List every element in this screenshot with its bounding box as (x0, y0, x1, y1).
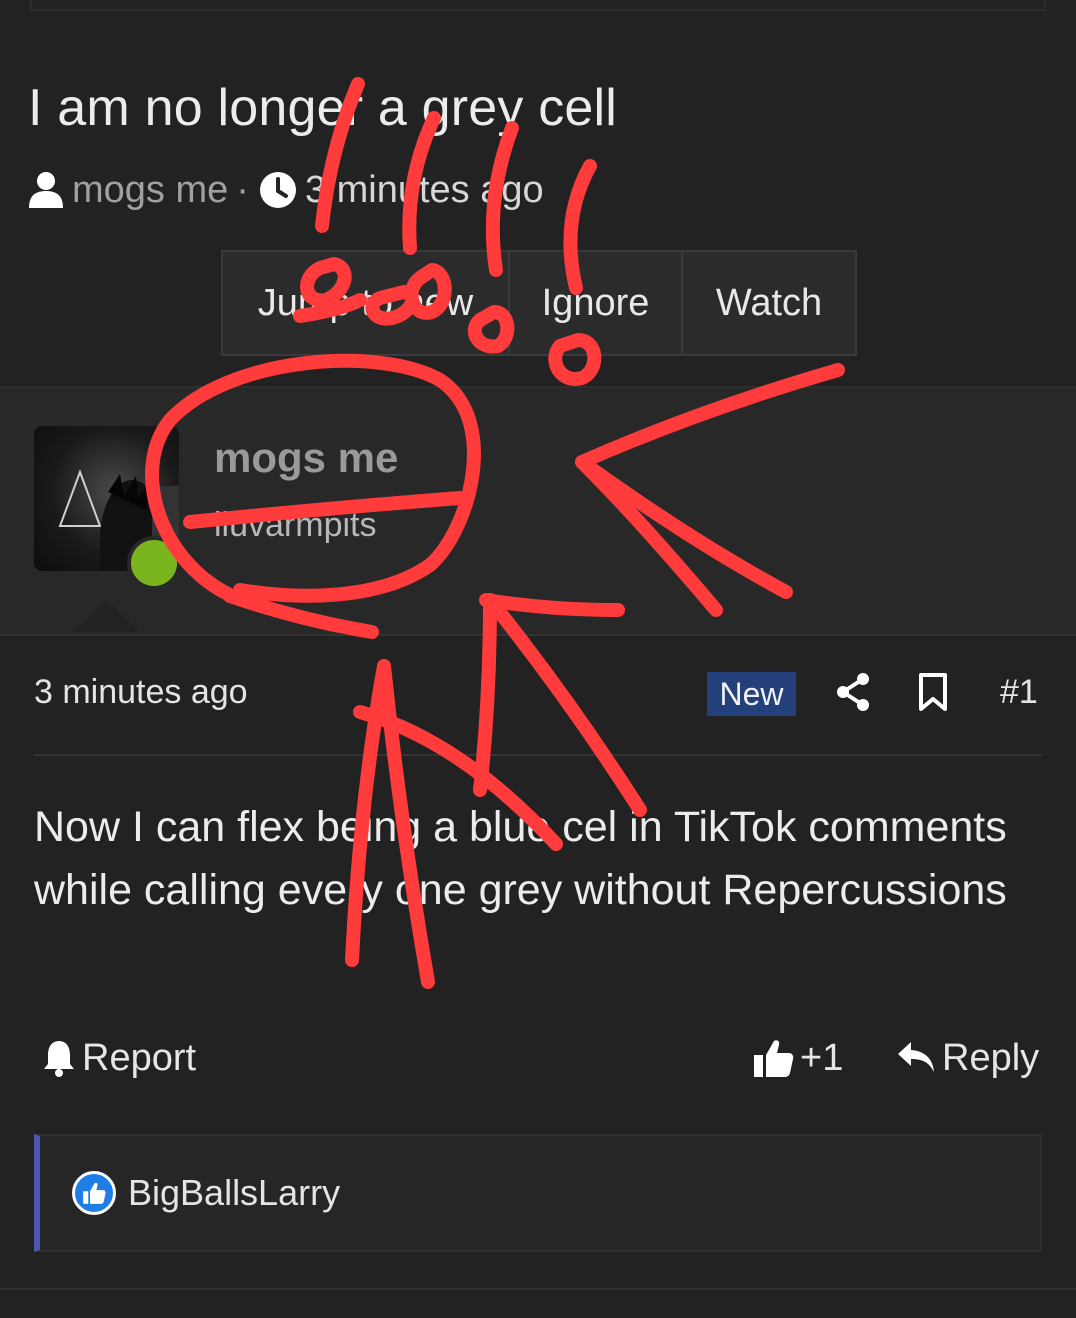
bookmark-icon[interactable] (917, 672, 949, 717)
thumbs-up-icon (752, 1037, 794, 1079)
meta-separator: · (236, 168, 249, 211)
reply-button[interactable]: Reply (896, 1034, 1039, 1082)
thread-author[interactable]: mogs me (72, 169, 228, 212)
online-status-dot (127, 536, 181, 590)
like-reaction-icon (72, 1171, 116, 1215)
thread-time: 3 minutes ago (304, 168, 544, 211)
ignore-button[interactable]: Ignore (510, 250, 683, 356)
bell-icon (42, 1038, 76, 1078)
like-count: +1 (800, 1036, 844, 1079)
post-number-link[interactable]: #1 (1000, 673, 1038, 712)
bottom-divider (0, 1288, 1076, 1290)
user-panel-pointer (72, 600, 140, 632)
new-badge: New (707, 672, 796, 716)
post-body: Now I can flex being a blue cel in TikTo… (34, 803, 1007, 914)
user-title: iluvarmpits (214, 506, 377, 544)
user-icon (28, 171, 64, 209)
report-button[interactable]: Report (42, 1034, 196, 1082)
reply-label: Reply (942, 1036, 1040, 1079)
thread-title: I am no longer a grey cell (28, 79, 618, 137)
thread-meta: mogs me · 3 minutes ago (28, 168, 544, 212)
reactions-bar[interactable]: BigBallsLarry (34, 1134, 1042, 1252)
like-button[interactable]: +1 (752, 1034, 843, 1082)
watch-button[interactable]: Watch (683, 250, 857, 356)
previous-card-border (30, 0, 1046, 11)
post-username[interactable]: mogs me (214, 434, 398, 482)
thread-actions: Jump to new Ignore Watch (221, 250, 857, 356)
post-divider (34, 754, 1042, 756)
reaction-user[interactable]: BigBallsLarry (128, 1172, 340, 1214)
report-label: Report (82, 1036, 197, 1079)
clock-icon (259, 171, 297, 209)
post-time[interactable]: 3 minutes ago (34, 673, 248, 712)
jump-to-new-button[interactable]: Jump to new (221, 250, 510, 356)
reply-icon (896, 1040, 936, 1076)
share-icon[interactable] (835, 672, 871, 717)
